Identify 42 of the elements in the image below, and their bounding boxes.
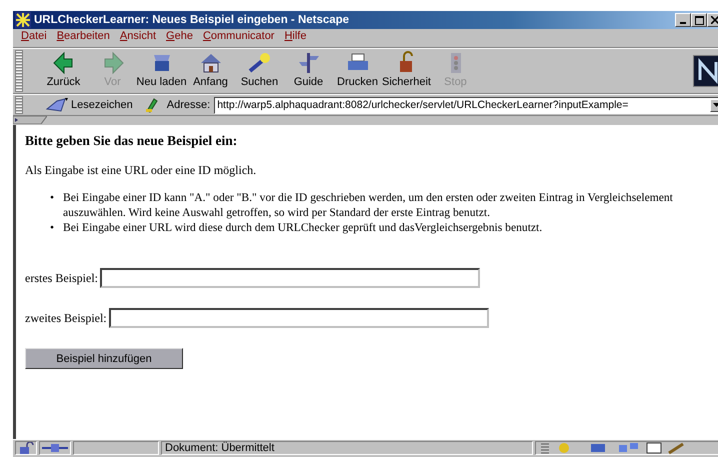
collapse-tab-icon[interactable] <box>13 116 47 124</box>
connection-icon <box>39 441 71 455</box>
menu-item[interactable]: Datei <box>21 30 47 46</box>
bookmarks-button[interactable]: Lesezeichen <box>31 97 137 113</box>
field-label: zweites Beispiel: <box>25 310 107 326</box>
toolbar-button[interactable]: Suchen <box>235 51 284 91</box>
maximize-icon <box>694 16 704 24</box>
toolbar-button[interactable]: Guide <box>284 51 333 91</box>
status-text: Dokument: Übermittelt <box>161 441 533 455</box>
toolbar-button[interactable]: Zurück <box>39 51 88 91</box>
text-field[interactable] <box>100 268 480 288</box>
menu-item[interactable]: Bearbeiten <box>56 30 110 46</box>
toolbar-grip[interactable] <box>15 96 23 114</box>
window-title: URLCheckerLearner: Neues Beispiel eingeben - Netscape <box>34 14 350 26</box>
netscape-app-icon <box>15 12 31 28</box>
page-heading: Bitte geben Sie das neue Beispiel ein: <box>25 133 238 149</box>
toolbar-button[interactable]: Neu laden <box>137 51 186 91</box>
bullet-text: Bei Eingabe einer URL wird diese durch dem URLChecker geprüft und dasVergleichsergebnis benutzt. <box>63 220 542 235</box>
field-label: erstes Beispiel: <box>25 270 98 286</box>
menu-item[interactable]: Ansicht <box>120 30 156 46</box>
address-field[interactable]: http://warp5.alphaquadrant:8082/urlchecker/servlet/URLCheckerLearner?inputExample= <box>214 96 718 114</box>
menu-item[interactable]: Gehe <box>166 30 193 46</box>
toolbar-button[interactable]: Anfang <box>186 51 235 91</box>
bullet-marker: • <box>50 190 56 206</box>
maximize-button[interactable] <box>691 13 707 27</box>
dropdown-arrow-icon[interactable] <box>713 103 718 107</box>
menu-item[interactable]: Communicator <box>202 30 274 46</box>
browser-logo <box>693 55 718 87</box>
lock-icon[interactable] <box>15 441 37 455</box>
bookmark-icon <box>45 97 69 113</box>
menu-item[interactable]: Hilfe <box>284 30 306 46</box>
bullet-marker: • <box>50 220 56 235</box>
toolbar-button[interactable]: Sicherheit <box>382 51 431 91</box>
address-label: Adresse: <box>166 99 210 111</box>
toolbar-grip[interactable] <box>15 50 23 92</box>
submit-button[interactable]: Beispiel hinzufügen <box>25 348 183 369</box>
close-icon <box>711 16 718 24</box>
text-field[interactable] <box>108 308 489 328</box>
toolbar-button[interactable]: Drucken <box>333 51 382 91</box>
minimize-button[interactable] <box>675 13 691 27</box>
intro-text: Als Eingabe ist eine URL oder eine ID möglich. <box>25 163 258 178</box>
bullet-text: Bei Eingabe einer ID kann "A." oder "B." vor die ID geschrieben werden, um den ersten oder zweiten Eintrag in Vergleichselement auszuwählen. Wird keine Auswahl getroffen, so wird per Standard der erste Eintrag benutzt. <box>63 190 674 220</box>
